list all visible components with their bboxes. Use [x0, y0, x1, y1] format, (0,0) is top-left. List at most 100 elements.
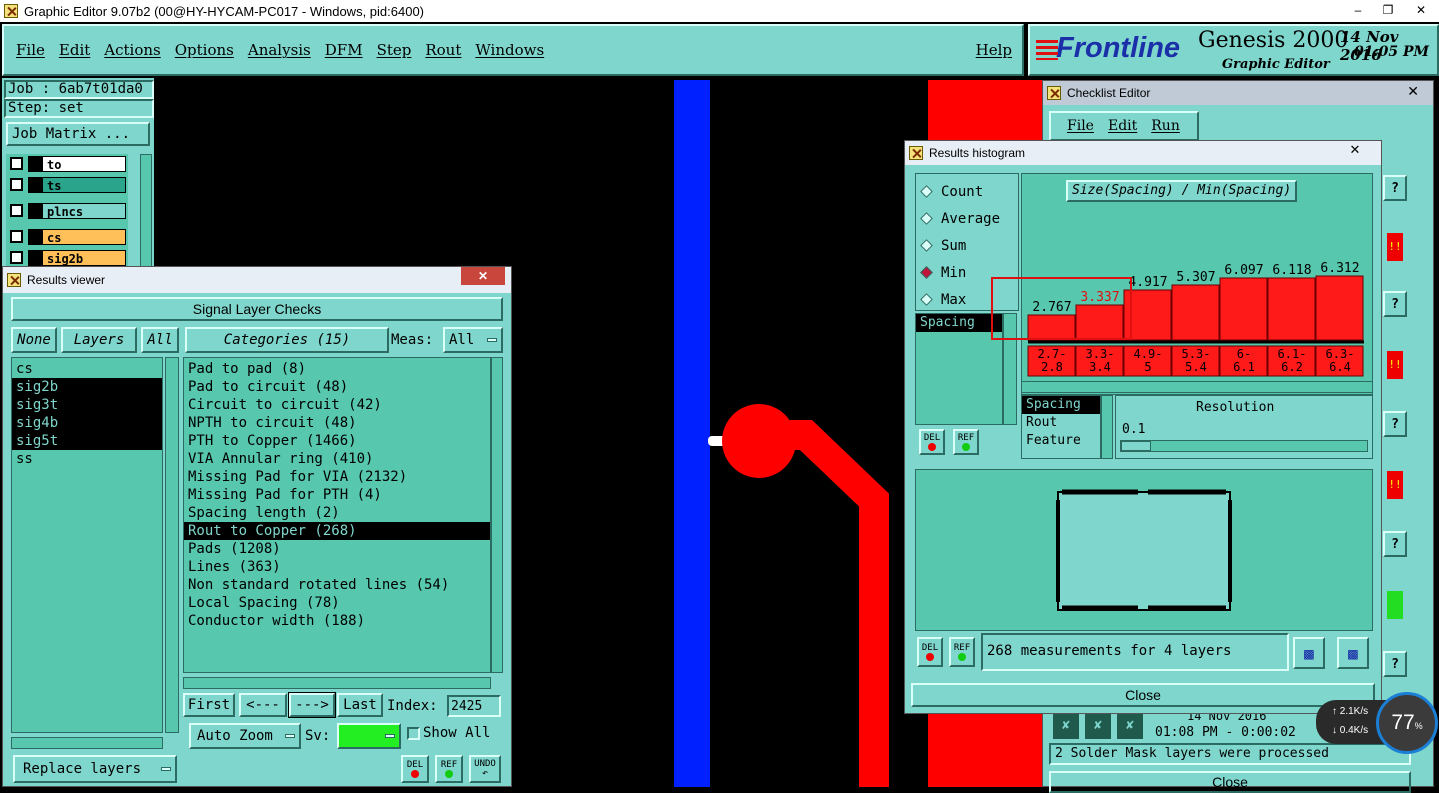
layer-results-hscroll[interactable] — [11, 737, 163, 749]
category-item[interactable]: Circuit to circuit (42) — [184, 396, 490, 414]
category-item[interactable]: VIA Annular ring (410) — [184, 450, 490, 468]
results-viewer-close-icon[interactable]: ✕ — [461, 267, 505, 285]
layer-checkbox[interactable] — [10, 157, 23, 170]
layer-result-item[interactable]: ss — [12, 450, 162, 468]
job-matrix-button[interactable]: Job Matrix ... — [6, 122, 150, 146]
preview-del-button[interactable]: DEL — [917, 637, 943, 667]
layer-scrollbar[interactable] — [140, 154, 152, 278]
histogram-close-button[interactable]: Close — [911, 683, 1375, 707]
hist-ref-button[interactable]: REF — [953, 429, 979, 455]
slider-thumb[interactable] — [1121, 441, 1151, 451]
category-item[interactable]: Pad to pad (8) — [184, 360, 490, 378]
index-input[interactable] — [447, 695, 501, 717]
histogram-bar[interactable] — [1315, 275, 1364, 341]
layers-button[interactable]: Layers — [61, 327, 137, 353]
layer-checkbox[interactable] — [10, 251, 23, 264]
layer-result-item[interactable]: sig5t — [12, 432, 162, 450]
checklist-menu-file[interactable]: File — [1067, 118, 1094, 134]
menu-dfm[interactable]: DFM — [325, 41, 363, 59]
category-item[interactable]: PTH to Copper (1466) — [184, 432, 490, 450]
hist-del-button[interactable]: DEL — [919, 429, 945, 455]
close-window-button[interactable]: ✕ — [1403, 0, 1439, 22]
field-select-scrollbar[interactable] — [1101, 395, 1113, 459]
help-question-icon[interactable]: ? — [1383, 531, 1407, 557]
category-item[interactable]: Rout to Copper (268) — [184, 522, 490, 540]
field-item[interactable]: Spacing — [916, 314, 1002, 332]
field-select-item[interactable]: Feature — [1022, 432, 1100, 450]
category-item[interactable]: Pads (1208) — [184, 540, 490, 558]
next-button[interactable]: ---> — [288, 692, 336, 718]
layer-row[interactable]: sig2b — [8, 250, 126, 266]
menu-analysis[interactable]: Analysis — [248, 41, 311, 59]
menu-actions[interactable]: Actions — [104, 41, 160, 59]
category-item[interactable]: Conductor width (188) — [184, 612, 490, 630]
prev-button[interactable]: <--- — [239, 693, 287, 717]
categories-hscroll[interactable] — [183, 677, 491, 689]
none-button[interactable]: None — [11, 327, 57, 353]
checklist-menu-edit[interactable]: Edit — [1108, 118, 1137, 134]
field-select-item[interactable]: Spacing — [1022, 396, 1100, 414]
category-item[interactable]: Pad to circuit (48) — [184, 378, 490, 396]
layer-row[interactable]: plncs — [8, 203, 126, 219]
export-icon[interactable]: ▩ — [1293, 637, 1325, 669]
help-question-icon[interactable]: ? — [1383, 651, 1407, 677]
menu-rout[interactable]: Rout — [425, 41, 461, 59]
category-item[interactable]: Missing Pad for VIA (2132) — [184, 468, 490, 486]
cpu-usage-gauge[interactable]: 77% — [1376, 692, 1438, 754]
layer-result-item[interactable]: sig2b — [12, 378, 162, 396]
last-button[interactable]: Last — [337, 693, 383, 717]
category-item[interactable]: NPTH to circuit (48) — [184, 414, 490, 432]
preview-ref-button[interactable]: REF — [949, 637, 975, 667]
undo-button[interactable]: UNDO ↶ — [469, 755, 501, 783]
menu-windows[interactable]: Windows — [475, 41, 544, 59]
histogram-close-icon[interactable]: ✕ — [1333, 141, 1377, 159]
minimize-button[interactable]: – — [1343, 0, 1373, 22]
layer-result-item[interactable]: cs — [12, 360, 162, 378]
replace-layers-dropdown[interactable]: Replace layers — [13, 755, 177, 783]
stat-radio-average[interactable]: Average — [916, 205, 1018, 232]
category-item[interactable]: Lines (363) — [184, 558, 490, 576]
checklist-close-button[interactable]: Close — [1049, 771, 1411, 793]
show-all-checkbox[interactable] — [407, 727, 420, 740]
sv-dropdown[interactable] — [337, 723, 401, 749]
category-item[interactable]: Spacing length (2) — [184, 504, 490, 522]
layer-row[interactable]: cs — [8, 229, 126, 245]
checklist-close-icon[interactable]: ✕ — [1407, 83, 1419, 100]
first-button[interactable]: First — [183, 693, 235, 717]
help-question-icon[interactable]: ? — [1383, 291, 1407, 317]
category-item[interactable]: Missing Pad for PTH (4) — [184, 486, 490, 504]
checklist-menu-run[interactable]: Run — [1151, 118, 1180, 134]
category-item[interactable]: Non standard rotated lines (54) — [184, 576, 490, 594]
menu-step[interactable]: Step — [377, 41, 412, 59]
ref-button[interactable]: REF — [435, 755, 463, 783]
help-question-icon[interactable]: ? — [1383, 411, 1407, 437]
auto-zoom-dropdown[interactable]: Auto Zoom — [189, 723, 301, 749]
histogram-bar[interactable] — [1171, 284, 1220, 341]
stat-radio-count[interactable]: Count — [916, 178, 1018, 205]
layer-row[interactable]: ts — [8, 177, 126, 193]
layer-result-item[interactable]: sig3t — [12, 396, 162, 414]
resolution-slider[interactable] — [1120, 440, 1368, 452]
layer-row[interactable]: to — [8, 156, 126, 172]
histogram-bar[interactable] — [1267, 277, 1316, 341]
menu-edit[interactable]: Edit — [59, 41, 90, 59]
all-layers-button[interactable]: All — [141, 327, 179, 353]
categories-scrollbar[interactable] — [491, 357, 503, 673]
categories-button[interactable]: Categories (15) — [185, 327, 389, 353]
layer-result-item[interactable]: sig4b — [12, 414, 162, 432]
histogram-bar[interactable] — [1219, 277, 1268, 341]
del-button[interactable]: DEL — [401, 755, 429, 783]
meas-dropdown[interactable]: All — [443, 327, 503, 353]
run-figure-icon[interactable]: ✘ — [1117, 713, 1143, 739]
category-item[interactable]: Local Spacing (78) — [184, 594, 490, 612]
run-figure-icon[interactable]: ✘ — [1085, 713, 1111, 739]
stat-radio-sum[interactable]: Sum — [916, 232, 1018, 259]
import-icon[interactable]: ▩ — [1337, 637, 1369, 669]
layer-results-scrollbar[interactable] — [165, 357, 179, 733]
layer-checkbox[interactable] — [10, 204, 23, 217]
field-select-item[interactable]: Rout — [1022, 414, 1100, 432]
layer-checkbox[interactable] — [10, 178, 23, 191]
maximize-button[interactable]: ❐ — [1373, 0, 1403, 22]
run-figure-icon[interactable]: ✘ — [1053, 713, 1079, 739]
menu-file[interactable]: File — [16, 41, 45, 59]
